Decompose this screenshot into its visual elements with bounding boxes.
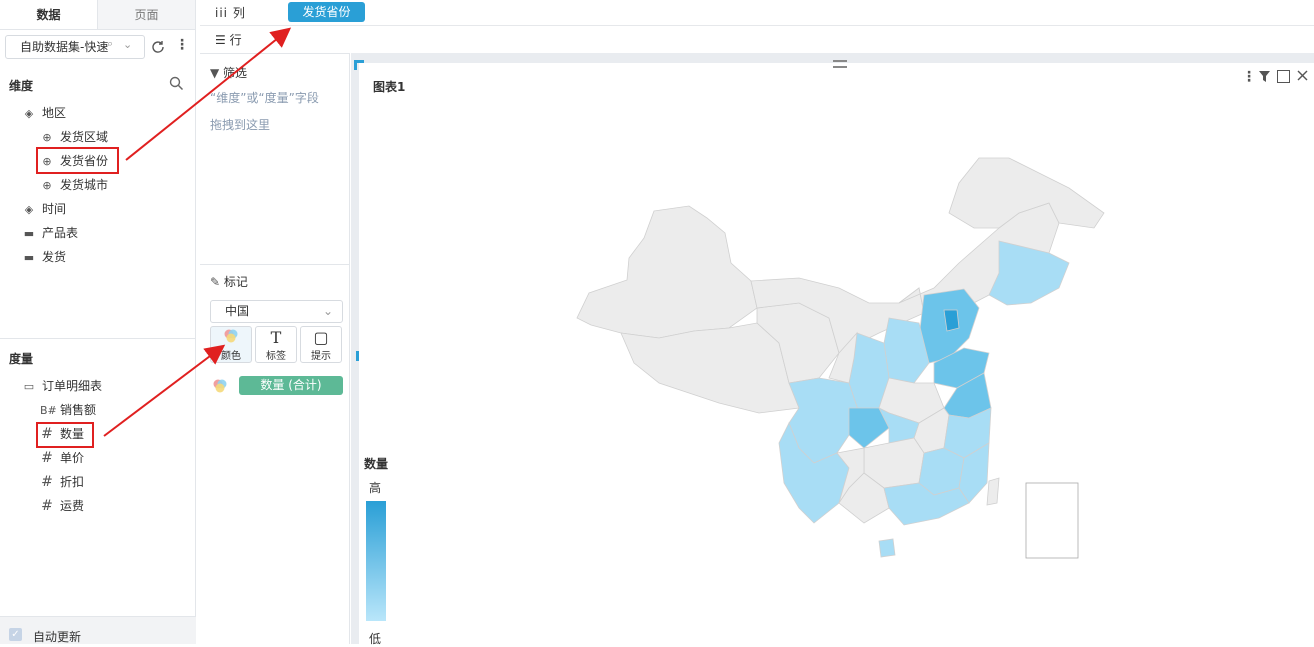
- tooltip-button-label: 提示: [311, 351, 331, 362]
- auto-update-checkbox[interactable]: ✓: [9, 628, 22, 641]
- row-label: 行: [229, 33, 242, 47]
- legend-low-label: 低: [369, 632, 382, 646]
- dimension-label: 时间: [42, 202, 67, 216]
- measure-item-sales[interactable]: B# 销售额: [40, 400, 96, 420]
- dimension-item-region[interactable]: ◈ 地区: [22, 103, 66, 123]
- measure-label: 销售额: [60, 403, 97, 417]
- map-region: [576, 205, 758, 339]
- color-mark-button[interactable]: 颜色: [210, 326, 252, 363]
- speech-bubble-icon: ▢: [313, 328, 329, 347]
- color-palette-icon: [211, 327, 251, 347]
- column-field-pill[interactable]: 发货省份: [288, 2, 365, 22]
- layers-icon: ◈: [24, 203, 34, 216]
- dimension-label: 发货区域: [60, 130, 109, 144]
- chart-widget[interactable]: 图表1 ⋮ 数量 高 低: [354, 60, 1314, 646]
- more-menu-icon[interactable]: ⋮: [175, 37, 189, 53]
- filter-mark-panel: ▼ 筛选 “维度”或“度量”字段 拖拽到这里 ✎ 标记 中国 ⌄ 颜色 T 标签…: [200, 53, 350, 644]
- hash-icon: #: [41, 450, 53, 466]
- panel-tabs: 数据 页面: [0, 0, 195, 30]
- dataset-name: 自助数据集-快速: [20, 40, 109, 54]
- refresh-icon[interactable]: [150, 39, 166, 55]
- hash-icon: #: [41, 498, 53, 514]
- highlight-box: [36, 422, 94, 448]
- hash-icon: #: [41, 474, 53, 490]
- dimension-label: 发货: [42, 250, 67, 264]
- tab-data[interactable]: 数据: [0, 0, 98, 29]
- marks-header: ✎ 标记: [210, 273, 248, 290]
- highlight-box: [36, 147, 119, 174]
- measure-header: 度量: [9, 352, 34, 366]
- measure-item-unit-price[interactable]: # 单价: [40, 448, 84, 468]
- filter-header: ▼ 筛选: [210, 64, 247, 81]
- column-shelf[interactable]: iii 列 发货省份: [200, 0, 1314, 26]
- measure-label: 订单明细表: [42, 379, 103, 393]
- china-map[interactable]: [359, 63, 1314, 644]
- dimension-item-product-table[interactable]: ▬ 产品表: [22, 223, 78, 243]
- legend-title: 数量: [364, 457, 389, 471]
- label-mark-button[interactable]: T 标签: [255, 326, 297, 363]
- mark-type-select[interactable]: 中国 ⌄: [210, 300, 343, 323]
- measure-item-discount[interactable]: # 折扣: [40, 472, 84, 492]
- column-shelf-label: iii 列: [215, 0, 245, 26]
- map-region: [986, 477, 1000, 506]
- folder-icon: ▬: [23, 227, 35, 240]
- auto-update-bar: ✓ 自动更新: [0, 616, 196, 644]
- color-button-label: 颜色: [221, 351, 241, 362]
- color-legend-bar[interactable]: [366, 501, 386, 621]
- filter-hint-line2: 拖拽到这里: [210, 118, 271, 132]
- mark-type-value: 中国: [225, 304, 250, 318]
- row-shelf-label: ☰ 行: [215, 27, 242, 53]
- dimension-label: 产品表: [42, 226, 79, 240]
- south-china-sea-inset: [1025, 482, 1079, 559]
- chevron-down-icon[interactable]: ⌄: [123, 38, 132, 51]
- columns-icon: iii: [215, 6, 233, 20]
- color-palette-icon: [213, 379, 227, 393]
- map-region: [878, 538, 896, 558]
- globe-icon: ⊕: [42, 179, 52, 192]
- column-label: 列: [232, 6, 245, 20]
- text-icon: T: [270, 328, 282, 347]
- divider: [0, 338, 195, 339]
- color-field-pill[interactable]: 数量 (合计): [239, 376, 343, 395]
- globe-icon: ⊕: [42, 131, 52, 144]
- search-icon[interactable]: [169, 76, 184, 91]
- filter-icon: ▼: [210, 66, 224, 80]
- calculated-field-icon: B#: [40, 404, 57, 417]
- tab-page[interactable]: 页面: [98, 0, 195, 29]
- dimension-header: 维度: [9, 79, 34, 93]
- measure-item-order-detail[interactable]: ▭ 订单明细表: [22, 376, 102, 396]
- dimension-label: 地区: [42, 106, 67, 120]
- filter-hint-line1: “维度”或“度量”字段: [210, 91, 319, 105]
- dimension-label: 发货城市: [60, 178, 109, 192]
- map-region: [988, 240, 1070, 306]
- auto-update-label: 自动更新: [33, 630, 82, 644]
- folder-icon: ▬: [23, 251, 35, 264]
- measure-item-freight[interactable]: # 运费: [40, 496, 84, 516]
- dimension-item-ship-city[interactable]: ⊕ 发货城市: [40, 175, 108, 195]
- divider: [200, 264, 349, 265]
- measure-label: 折扣: [60, 475, 85, 489]
- dimension-item-shipping[interactable]: ▬ 发货: [22, 247, 66, 267]
- map-region: [943, 309, 960, 332]
- map-region: [883, 482, 970, 526]
- search-icon[interactable]: ⌕: [107, 37, 113, 51]
- measure-label: 运费: [60, 499, 85, 513]
- rows-icon: ☰: [215, 33, 230, 47]
- legend-high-label: 高: [369, 481, 382, 495]
- measure-label: 单价: [60, 451, 85, 465]
- label-button-label: 标签: [266, 351, 286, 362]
- dimension-item-ship-area[interactable]: ⊕ 发货区域: [40, 127, 108, 147]
- dimension-item-time[interactable]: ◈ 时间: [22, 199, 66, 219]
- row-shelf[interactable]: ☰ 行: [200, 27, 1314, 53]
- chart-canvas: 图表1 ⋮ 数量 高 低: [351, 53, 1314, 646]
- data-panel: 数据 页面 自助数据集-快速 ⌕ ⌄ ⋮ 维度 ◈ 地区 ⊕ 发货区域 ⊕ 发货省份 …: [0, 0, 196, 644]
- marks-title: 标记: [223, 275, 248, 289]
- dataset-row: 自助数据集-快速 ⌕ ⌄ ⋮: [5, 35, 191, 59]
- tooltip-mark-button[interactable]: ▢ 提示: [300, 326, 342, 363]
- chevron-down-icon: ⌄: [322, 304, 333, 318]
- pin-icon: ✎: [210, 275, 224, 289]
- layers-icon: ◈: [24, 107, 34, 120]
- folder-open-icon: ▭: [23, 380, 35, 393]
- filter-title: 筛选: [223, 66, 248, 80]
